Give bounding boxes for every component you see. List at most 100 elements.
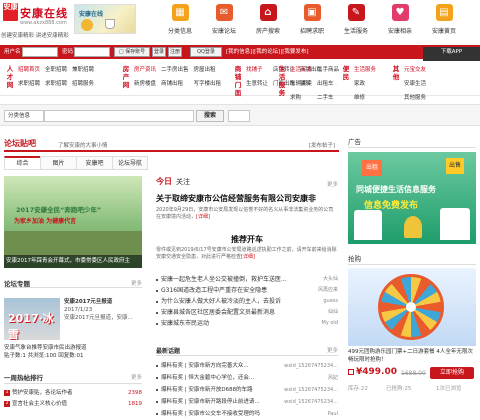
category-link[interactable]: 生意转让 — [246, 79, 268, 87]
featured-image[interactable]: 2017安康全民“奔跑吧少年” 为家乡加油 为健康代言 安康2017年踩青会开幕… — [4, 176, 142, 268]
category-link[interactable]: 车辆买卖 — [290, 79, 312, 87]
secondary-detail-link[interactable]: [详细] — [241, 254, 255, 260]
latest-item[interactable]: 爆料有奖 | 安康市新开放D688的车路 wxid_15267475234... — [156, 384, 338, 396]
logo-text[interactable]: 安康在线 — [20, 5, 68, 21]
header-banner[interactable]: 安康在线 — [74, 4, 136, 34]
search-extra[interactable] — [228, 110, 250, 122]
category-title[interactable]: 生活服务 — [276, 65, 288, 97]
latest-header: 最新话题 更多 — [156, 346, 338, 356]
nav-item-3[interactable]: ▣ 招聘求职 — [290, 4, 334, 35]
category-title[interactable]: 人才网 — [4, 65, 16, 89]
latest-item[interactable]: 爆料有奖 | 安康市新方向完善大众... wxid_15267475234... — [156, 360, 338, 372]
wheel-hub — [406, 302, 416, 312]
hot-more-link[interactable]: 更多 — [131, 373, 142, 381]
category-link[interactable]: 房屋出租 — [194, 65, 222, 73]
post-thread-link[interactable]: [发布帖子] — [309, 141, 335, 149]
category-link[interactable]: 招聘首页 — [18, 65, 40, 73]
news-item[interactable]: 安康城东市民运动 My old — [156, 318, 338, 329]
topic-desc: 安康2017元旦报道，安康... — [64, 315, 133, 321]
latest-more-link[interactable]: 更多 — [327, 346, 338, 354]
category-link[interactable]: 生活服务 — [354, 65, 376, 73]
register-button[interactable]: 注册 — [168, 47, 182, 57]
category-link[interactable]: 兼职招聘 — [72, 65, 94, 73]
category-link[interactable]: 求职招聘 — [18, 79, 40, 87]
building-icon — [440, 208, 470, 240]
today-more-link[interactable]: 更多 — [327, 180, 338, 188]
search-button[interactable]: 搜索 — [196, 110, 224, 122]
hot-item[interactable]: 1 赞护安康贴，各论坛作者 2398 — [4, 388, 142, 399]
nav-item-6[interactable]: ▤ 安康黄页 — [422, 4, 466, 35]
category-link[interactable]: 全职招聘 — [45, 65, 67, 73]
category-title[interactable]: 房产网 — [120, 65, 132, 89]
category-link[interactable]: 求购 — [290, 93, 312, 101]
category-link[interactable]: 商铺出租 — [161, 79, 189, 87]
password-input[interactable] — [74, 47, 110, 57]
forum-title: 论坛贴吧 — [4, 139, 36, 148]
category-link[interactable]: 其他服务 — [404, 93, 426, 101]
headline[interactable]: 关于取缔安康市公信经营服务有限公司安康非 — [156, 193, 338, 204]
category-link[interactable]: 招聘服务 — [72, 79, 94, 87]
tab-forum-nav[interactable]: 论坛导航 — [112, 156, 148, 170]
news-item[interactable]: 安康县城各区社区居委会配置文员最新消息 仙仙 — [156, 307, 338, 318]
category-link[interactable]: 二手房出售 — [161, 65, 189, 73]
group-buy-image[interactable] — [348, 268, 476, 346]
latest-item[interactable]: 爆料有奖 | 恒大金碧中心学位，还会... 风妃 — [156, 372, 338, 384]
category-link[interactable]: 找铺子 — [246, 65, 268, 73]
search-category-select[interactable]: 分类信息 — [4, 110, 44, 122]
topic-title: 论坛专题 — [4, 280, 30, 288]
nav-item-5[interactable]: ♥ 安康相亲 — [378, 4, 422, 35]
category-link[interactable]: 家政 — [354, 79, 376, 87]
ad-banner[interactable]: 出租 出售 同城便捷生活信息服务 信息免费发布 — [348, 152, 476, 244]
secondary-headline[interactable]: 推荐开车 — [156, 234, 338, 245]
username-input[interactable] — [22, 47, 58, 57]
category-title[interactable]: 便民 — [340, 65, 352, 81]
category-link[interactable]: 生活买卖 — [290, 65, 312, 73]
topic-more-link[interactable]: 更多 — [131, 279, 142, 287]
category-title[interactable]: 商铺门面 — [232, 65, 244, 97]
nav-item-2[interactable]: ⌂ 房产搜索 — [246, 4, 290, 35]
tab-ankang-bar[interactable]: 安康吧 — [76, 156, 112, 170]
briefcase-icon: ▣ — [303, 4, 321, 21]
login-button[interactable]: 登录 — [152, 47, 166, 57]
tab-images[interactable]: 图片 — [40, 156, 76, 170]
news-item[interactable]: 为什么安康人做大好人被冷淡的主人，去投诉 guess — [156, 296, 338, 307]
buy-now-button[interactable]: 立即抢购 — [430, 367, 474, 379]
category-link[interactable]: 求职招聘 — [45, 79, 67, 87]
nav-item-1[interactable]: ✉ 安康论坛 — [202, 4, 246, 35]
hot-item[interactable]: 2 宣言社会主义核心价值 1819 — [4, 399, 142, 410]
category-link[interactable]: 二手车 — [317, 93, 339, 101]
news-item-text: G316国道改造工程中严重存在安全隐患 — [161, 287, 268, 294]
group-buy-desc[interactable]: 499元团购游乐园门票+二日游套餐 4人全年无限次畅玩限时抢购！ — [348, 348, 476, 364]
latest-item[interactable]: 爆料有奖 | 安康市新开路段停止前进请... wxid_15267475234..… — [156, 396, 338, 408]
tab-general[interactable]: 综合 — [4, 156, 40, 170]
featured-caption[interactable]: 安康2017年踩青会开幕式，市委常委区人民政府主 — [4, 255, 142, 268]
news-item-user: guess — [321, 296, 338, 307]
save-account-checkbox[interactable]: □ 保存账号 — [114, 47, 150, 57]
topic-footer-link[interactable]: 安康气象台推荐安康市民出游报道 — [4, 344, 144, 352]
site-logo[interactable]: 安康 — [3, 3, 18, 21]
search-input[interactable] — [44, 110, 194, 122]
news-item-text: 安康县城各区社区居委会配置文员最新消息 — [161, 309, 276, 316]
user-links[interactable]: [我的信息]|[我的论坛]|[我要发布] — [226, 47, 309, 57]
category-link[interactable]: 二手商品 — [317, 65, 339, 73]
qq-login-button[interactable]: QQ登录 — [190, 47, 222, 57]
category-title[interactable]: 其他 — [390, 65, 402, 81]
category-link[interactable]: 新房楼盘 — [134, 79, 156, 87]
category-link[interactable]: 房产资讯 — [134, 65, 156, 73]
view-count: 1次已浏览 — [436, 386, 462, 392]
category-link[interactable]: 出租车 — [317, 79, 339, 87]
hot-item-text: 宣言社会主义核心价值 — [12, 401, 68, 407]
category-link[interactable]: 维修 — [354, 93, 376, 101]
category-link[interactable]: 写字楼出租 — [194, 79, 222, 87]
news-item[interactable]: G316国道改造工程中严重存在安全隐患 风再应来 — [156, 285, 338, 296]
topic-image[interactable]: 2017·冰雪 — [4, 298, 60, 340]
app-download-button[interactable]: 下载APP — [423, 47, 480, 61]
category-link[interactable]: 元宝交友 — [404, 65, 426, 73]
nav-item-label: 安康相亲 — [387, 28, 412, 35]
nav-item-0[interactable]: ▦ 分类信息 — [158, 4, 202, 35]
headline-detail-link[interactable]: [详细] — [196, 214, 210, 220]
category-link[interactable]: 安康生活 — [404, 79, 426, 87]
news-item[interactable]: 安康一起危生老人坐公交被撞倒，救护车送医... 大头仙 — [156, 274, 338, 285]
nav-item-4[interactable]: ✎ 生活服务 — [334, 4, 378, 35]
topic-headline[interactable]: 安康2017元旦报道 — [64, 298, 142, 306]
